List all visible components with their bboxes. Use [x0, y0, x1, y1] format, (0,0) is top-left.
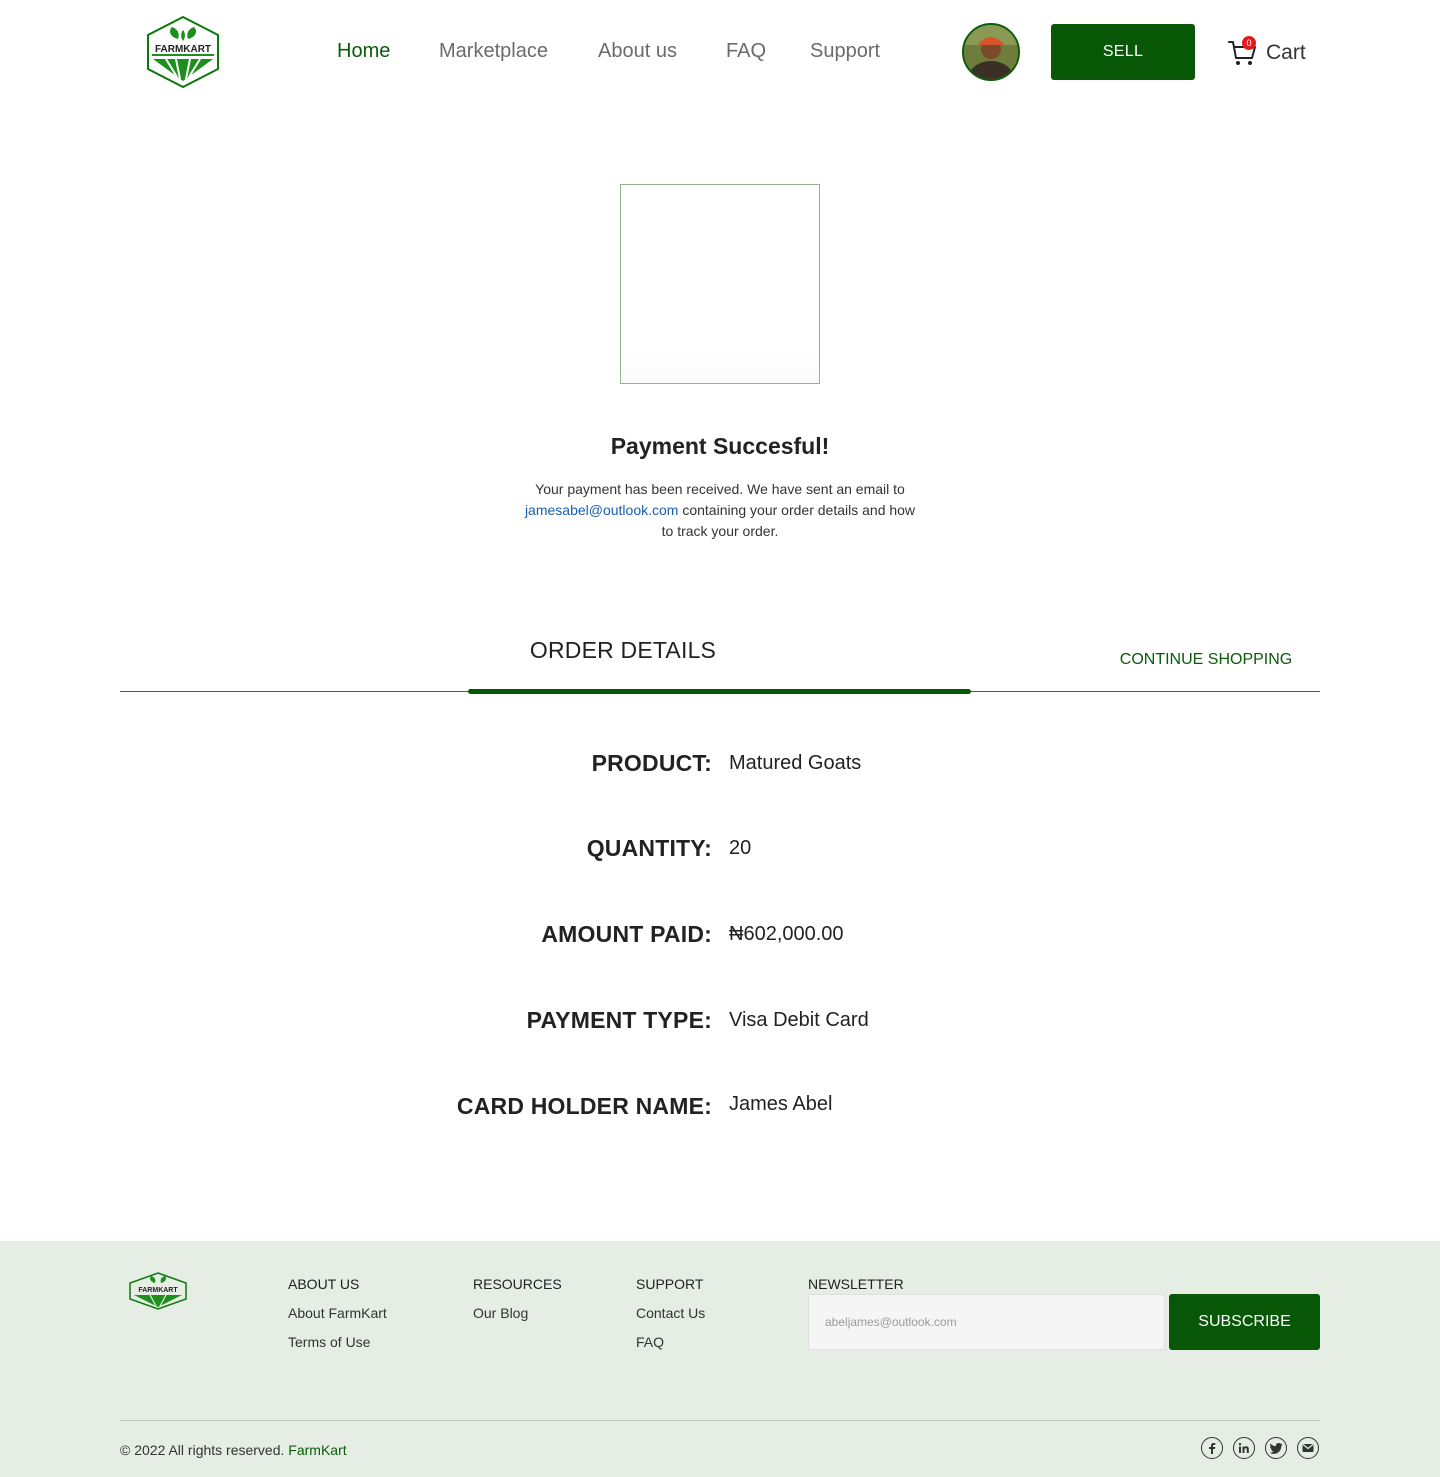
footer-link-blog[interactable]: Our Blog — [473, 1305, 562, 1321]
footer-logo[interactable]: FARMKART — [128, 1271, 188, 1311]
copyright-text: © 2022 All rights reserved. — [120, 1442, 285, 1458]
footer-resources-heading: RESOURCES — [473, 1276, 562, 1292]
detail-row-payment-type: PAYMENT TYPE: Visa Debit Card — [0, 1007, 1440, 1041]
footer-link-faq[interactable]: FAQ — [636, 1334, 705, 1350]
cart-label: Cart — [1266, 41, 1306, 64]
detail-row-product: PRODUCT: Matured Goats — [0, 750, 1440, 784]
site-footer: FARMKART ABOUT US About FarmKart Terms o… — [0, 1241, 1440, 1477]
success-message: Your payment has been received. We have … — [520, 479, 920, 542]
linkedin-icon[interactable] — [1233, 1437, 1255, 1459]
cart-icon: 0 — [1226, 36, 1258, 69]
detail-row-quantity: QUANTITY: 20 — [0, 835, 1440, 869]
site-header: FARMKART Home Marketplace About us FAQ S… — [0, 0, 1440, 105]
detail-value: Matured Goats — [729, 752, 862, 774]
social-links — [1201, 1437, 1319, 1459]
sell-button[interactable]: SELL — [1051, 24, 1195, 80]
tab-order-details[interactable]: ORDER DETAILS — [468, 637, 778, 664]
nav-support[interactable]: Support — [810, 40, 880, 63]
subscribe-button[interactable]: SUBSCRIBE — [1169, 1294, 1320, 1350]
detail-value: 20 — [729, 837, 752, 859]
cart-button[interactable]: 0 Cart — [1226, 36, 1306, 70]
logo-text: FARMKART — [155, 44, 211, 55]
success-title: Payment Succesful! — [610, 433, 830, 459]
twitter-icon[interactable] — [1265, 1437, 1287, 1459]
footer-resources-column: RESOURCES Our Blog — [473, 1276, 562, 1334]
detail-label: AMOUNT PAID: — [541, 921, 712, 947]
cart-count-badge: 0 — [1242, 36, 1256, 50]
success-message-start: Your payment has been received. We have … — [535, 481, 905, 497]
detail-label: QUANTITY: — [586, 835, 712, 861]
newsletter-email-input[interactable] — [808, 1294, 1165, 1350]
detail-label: PAYMENT TYPE: — [526, 1007, 712, 1033]
footer-about-column: ABOUT US About FarmKart Terms of Use — [288, 1276, 387, 1363]
footer-link-terms[interactable]: Terms of Use — [288, 1334, 387, 1350]
nav-about-us[interactable]: About us — [598, 40, 677, 63]
detail-value: Visa Debit Card — [729, 1009, 869, 1031]
user-avatar[interactable] — [962, 23, 1020, 81]
success-image — [620, 184, 820, 384]
detail-label: PRODUCT: — [591, 750, 712, 776]
tab-active-indicator — [468, 689, 971, 694]
nav-faq[interactable]: FAQ — [726, 40, 766, 63]
footer-logo-text: FARMKART — [138, 1287, 178, 1294]
email-link[interactable]: jamesabel@outlook.com — [525, 502, 679, 518]
footer-link-about-farmkart[interactable]: About FarmKart — [288, 1305, 387, 1321]
footer-link-contact[interactable]: Contact Us — [636, 1305, 705, 1321]
footer-divider — [120, 1420, 1320, 1421]
detail-row-amount: AMOUNT PAID: ₦602,000.00 — [0, 921, 1440, 955]
continue-shopping-link[interactable]: CONTINUE SHOPPING — [1110, 651, 1302, 669]
farmkart-logo[interactable]: FARMKART — [144, 15, 222, 89]
success-message-end: containing your order details and how to… — [661, 502, 916, 539]
detail-row-card-holder: CARD HOLDER NAME: James Abel — [0, 1093, 1440, 1127]
newsletter-heading: NEWSLETTER — [808, 1276, 904, 1292]
detail-value: James Abel — [729, 1093, 833, 1115]
footer-support-column: SUPPORT Contact Us FAQ — [636, 1276, 705, 1363]
copyright-brand-link[interactable]: FarmKart — [288, 1442, 346, 1458]
mail-icon[interactable] — [1297, 1437, 1319, 1459]
copyright: © 2022 All rights reserved. FarmKart — [120, 1442, 347, 1458]
nav-home[interactable]: Home — [337, 40, 390, 63]
detail-value: ₦602,000.00 — [729, 923, 844, 945]
footer-support-heading: SUPPORT — [636, 1276, 704, 1292]
facebook-icon[interactable] — [1201, 1437, 1223, 1459]
nav-marketplace[interactable]: Marketplace — [439, 40, 548, 63]
detail-label: CARD HOLDER NAME: — [456, 1093, 712, 1119]
footer-about-heading: ABOUT US — [288, 1276, 360, 1292]
